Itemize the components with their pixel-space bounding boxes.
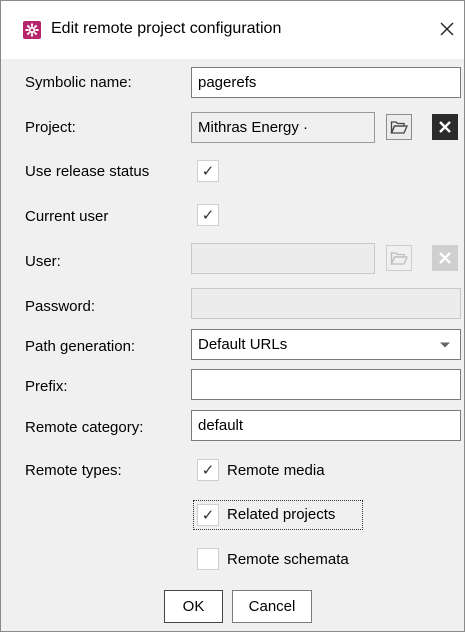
path-generation-label: Path generation: xyxy=(25,338,136,355)
user-label: User: xyxy=(25,253,61,270)
checkmark-icon: ✓ xyxy=(201,163,215,180)
use-release-status-label: Use release status xyxy=(25,163,150,180)
title-bar: Edit remote project configuration xyxy=(1,1,464,59)
checkmark-icon: ✓ xyxy=(201,462,215,479)
edit-remote-project-dialog: Edit remote project configuration Symbol… xyxy=(0,0,465,632)
close-button[interactable] xyxy=(437,19,457,39)
dialog-title: Edit remote project configuration xyxy=(51,20,282,37)
clear-project-button[interactable] xyxy=(432,114,458,140)
clear-icon xyxy=(439,121,451,133)
current-user-checkbox[interactable]: ✓ xyxy=(197,204,219,226)
remote-media-label: Remote media xyxy=(227,462,325,479)
remote-category-label: Remote category: xyxy=(25,419,144,436)
chevron-down-icon[interactable] xyxy=(431,331,459,358)
gear-icon xyxy=(23,21,41,39)
remote-category-input[interactable]: default xyxy=(191,410,461,441)
clear-icon xyxy=(439,252,451,264)
open-folder-icon xyxy=(390,252,408,265)
remote-types-label: Remote types: xyxy=(25,462,122,479)
path-generation-select[interactable]: Default URLs xyxy=(191,329,461,360)
password-label: Password: xyxy=(25,298,96,315)
browse-user-button[interactable] xyxy=(386,245,412,271)
related-projects-label: Related projects xyxy=(227,506,336,523)
password-field[interactable] xyxy=(191,288,461,319)
checkmark-icon: ✓ xyxy=(201,507,215,524)
user-field[interactable] xyxy=(191,243,375,274)
remote-media-checkbox[interactable]: ✓ xyxy=(197,459,219,481)
project-label: Project: xyxy=(25,119,76,136)
prefix-input[interactable] xyxy=(191,369,461,400)
browse-project-button[interactable] xyxy=(386,114,412,140)
open-folder-icon xyxy=(390,121,408,134)
remote-schemata-label: Remote schemata xyxy=(227,551,349,568)
current-user-label: Current user xyxy=(25,208,109,225)
clear-user-button[interactable] xyxy=(432,245,458,271)
close-icon xyxy=(440,22,454,36)
remote-schemata-checkbox[interactable] xyxy=(197,548,219,570)
related-projects-checkbox[interactable]: ✓ xyxy=(197,504,219,526)
prefix-label: Prefix: xyxy=(25,378,68,395)
ok-button[interactable]: OK xyxy=(164,590,223,623)
use-release-status-checkbox[interactable]: ✓ xyxy=(197,160,219,182)
project-field[interactable]: Mithras Energy · xyxy=(191,112,375,143)
cancel-button[interactable]: Cancel xyxy=(232,590,312,623)
symbolic-name-input[interactable]: pagerefs xyxy=(191,67,461,98)
path-generation-value: Default URLs xyxy=(198,336,288,353)
symbolic-name-label: Symbolic name: xyxy=(25,74,132,91)
checkmark-icon: ✓ xyxy=(201,207,215,224)
